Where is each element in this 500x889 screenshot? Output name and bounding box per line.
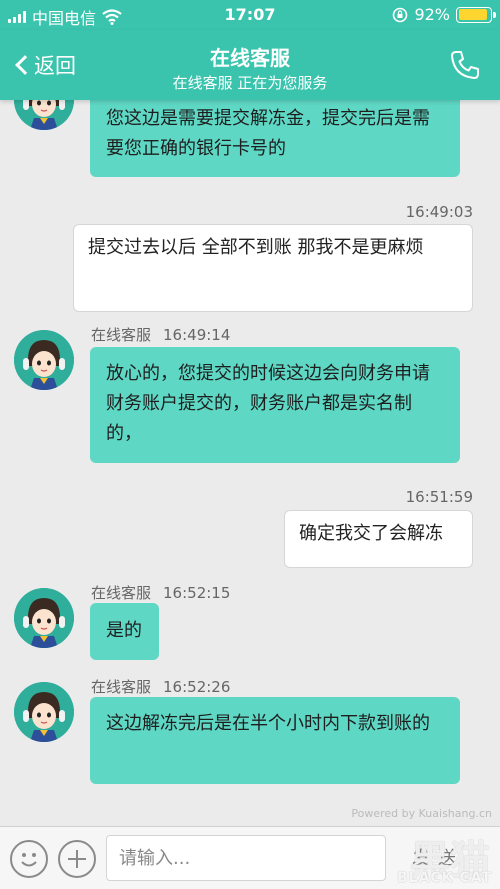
battery-fill xyxy=(458,9,488,20)
phone-icon[interactable] xyxy=(448,48,482,82)
plus-icon[interactable] xyxy=(58,840,96,878)
message-input[interactable] xyxy=(106,835,386,881)
message-bubble-user: 确定我交了会解冻 xyxy=(284,510,473,568)
message-time: 16:49:14 xyxy=(163,326,231,344)
message-bubble-agent: 您这边是需要提交解冻金，提交完后是需要您正确的银行卡号的 xyxy=(90,100,460,177)
agent-avatar-icon xyxy=(14,330,74,390)
message-time: 16:52:15 xyxy=(163,584,231,602)
status-right: 92% xyxy=(392,5,496,24)
orientation-lock-icon xyxy=(393,7,408,22)
emoji-icon[interactable] xyxy=(10,840,48,878)
agent-avatar-icon xyxy=(14,682,74,742)
chat-area[interactable]: 您这边是需要提交解冻金，提交完后是需要您正确的银行卡号的 16:49:03 提交… xyxy=(0,100,500,826)
message-time: 16:51:59 xyxy=(405,488,473,506)
sender-name: 在线客服 xyxy=(91,326,152,344)
message-time: 16:52:26 xyxy=(163,678,231,696)
agent-avatar-icon xyxy=(14,588,74,648)
nav-bar: 返回 在线客服 在线客服 正在为您服务 xyxy=(0,30,500,100)
message-time: 16:49:03 xyxy=(405,203,473,221)
sender-name: 在线客服 xyxy=(91,678,152,696)
message-bubble-agent: 这边解冻完后是在半个小时内下款到账的 xyxy=(90,697,460,784)
message-meta: 在线客服 16:49:14 xyxy=(91,324,230,345)
message-bubble-agent: 是的 xyxy=(90,603,159,660)
agent-avatar-icon xyxy=(14,100,74,130)
watermark-logo-text: BLACK CAT xyxy=(397,870,492,886)
battery-icon xyxy=(456,6,496,23)
message-meta: 在线客服 16:52:26 xyxy=(91,676,230,697)
powered-by-text: Powered by Kuaishang.cn xyxy=(351,807,492,820)
message-meta: 在线客服 16:52:15 xyxy=(91,582,230,603)
message-bubble-agent: 放心的，您提交的时候这边会向财务申请财务账户提交的，财务账户都是实名制的， xyxy=(90,347,460,463)
message-bubble-user: 提交过去以后 全部不到账 那我不是更麻烦 xyxy=(73,224,473,312)
page-subtitle: 在线客服 正在为您服务 xyxy=(172,74,328,92)
battery-percent: 92% xyxy=(414,5,450,24)
page-title: 在线客服 xyxy=(210,46,290,70)
status-bar: 中国电信 17:07 92% xyxy=(0,0,500,30)
sender-name: 在线客服 xyxy=(91,584,152,602)
